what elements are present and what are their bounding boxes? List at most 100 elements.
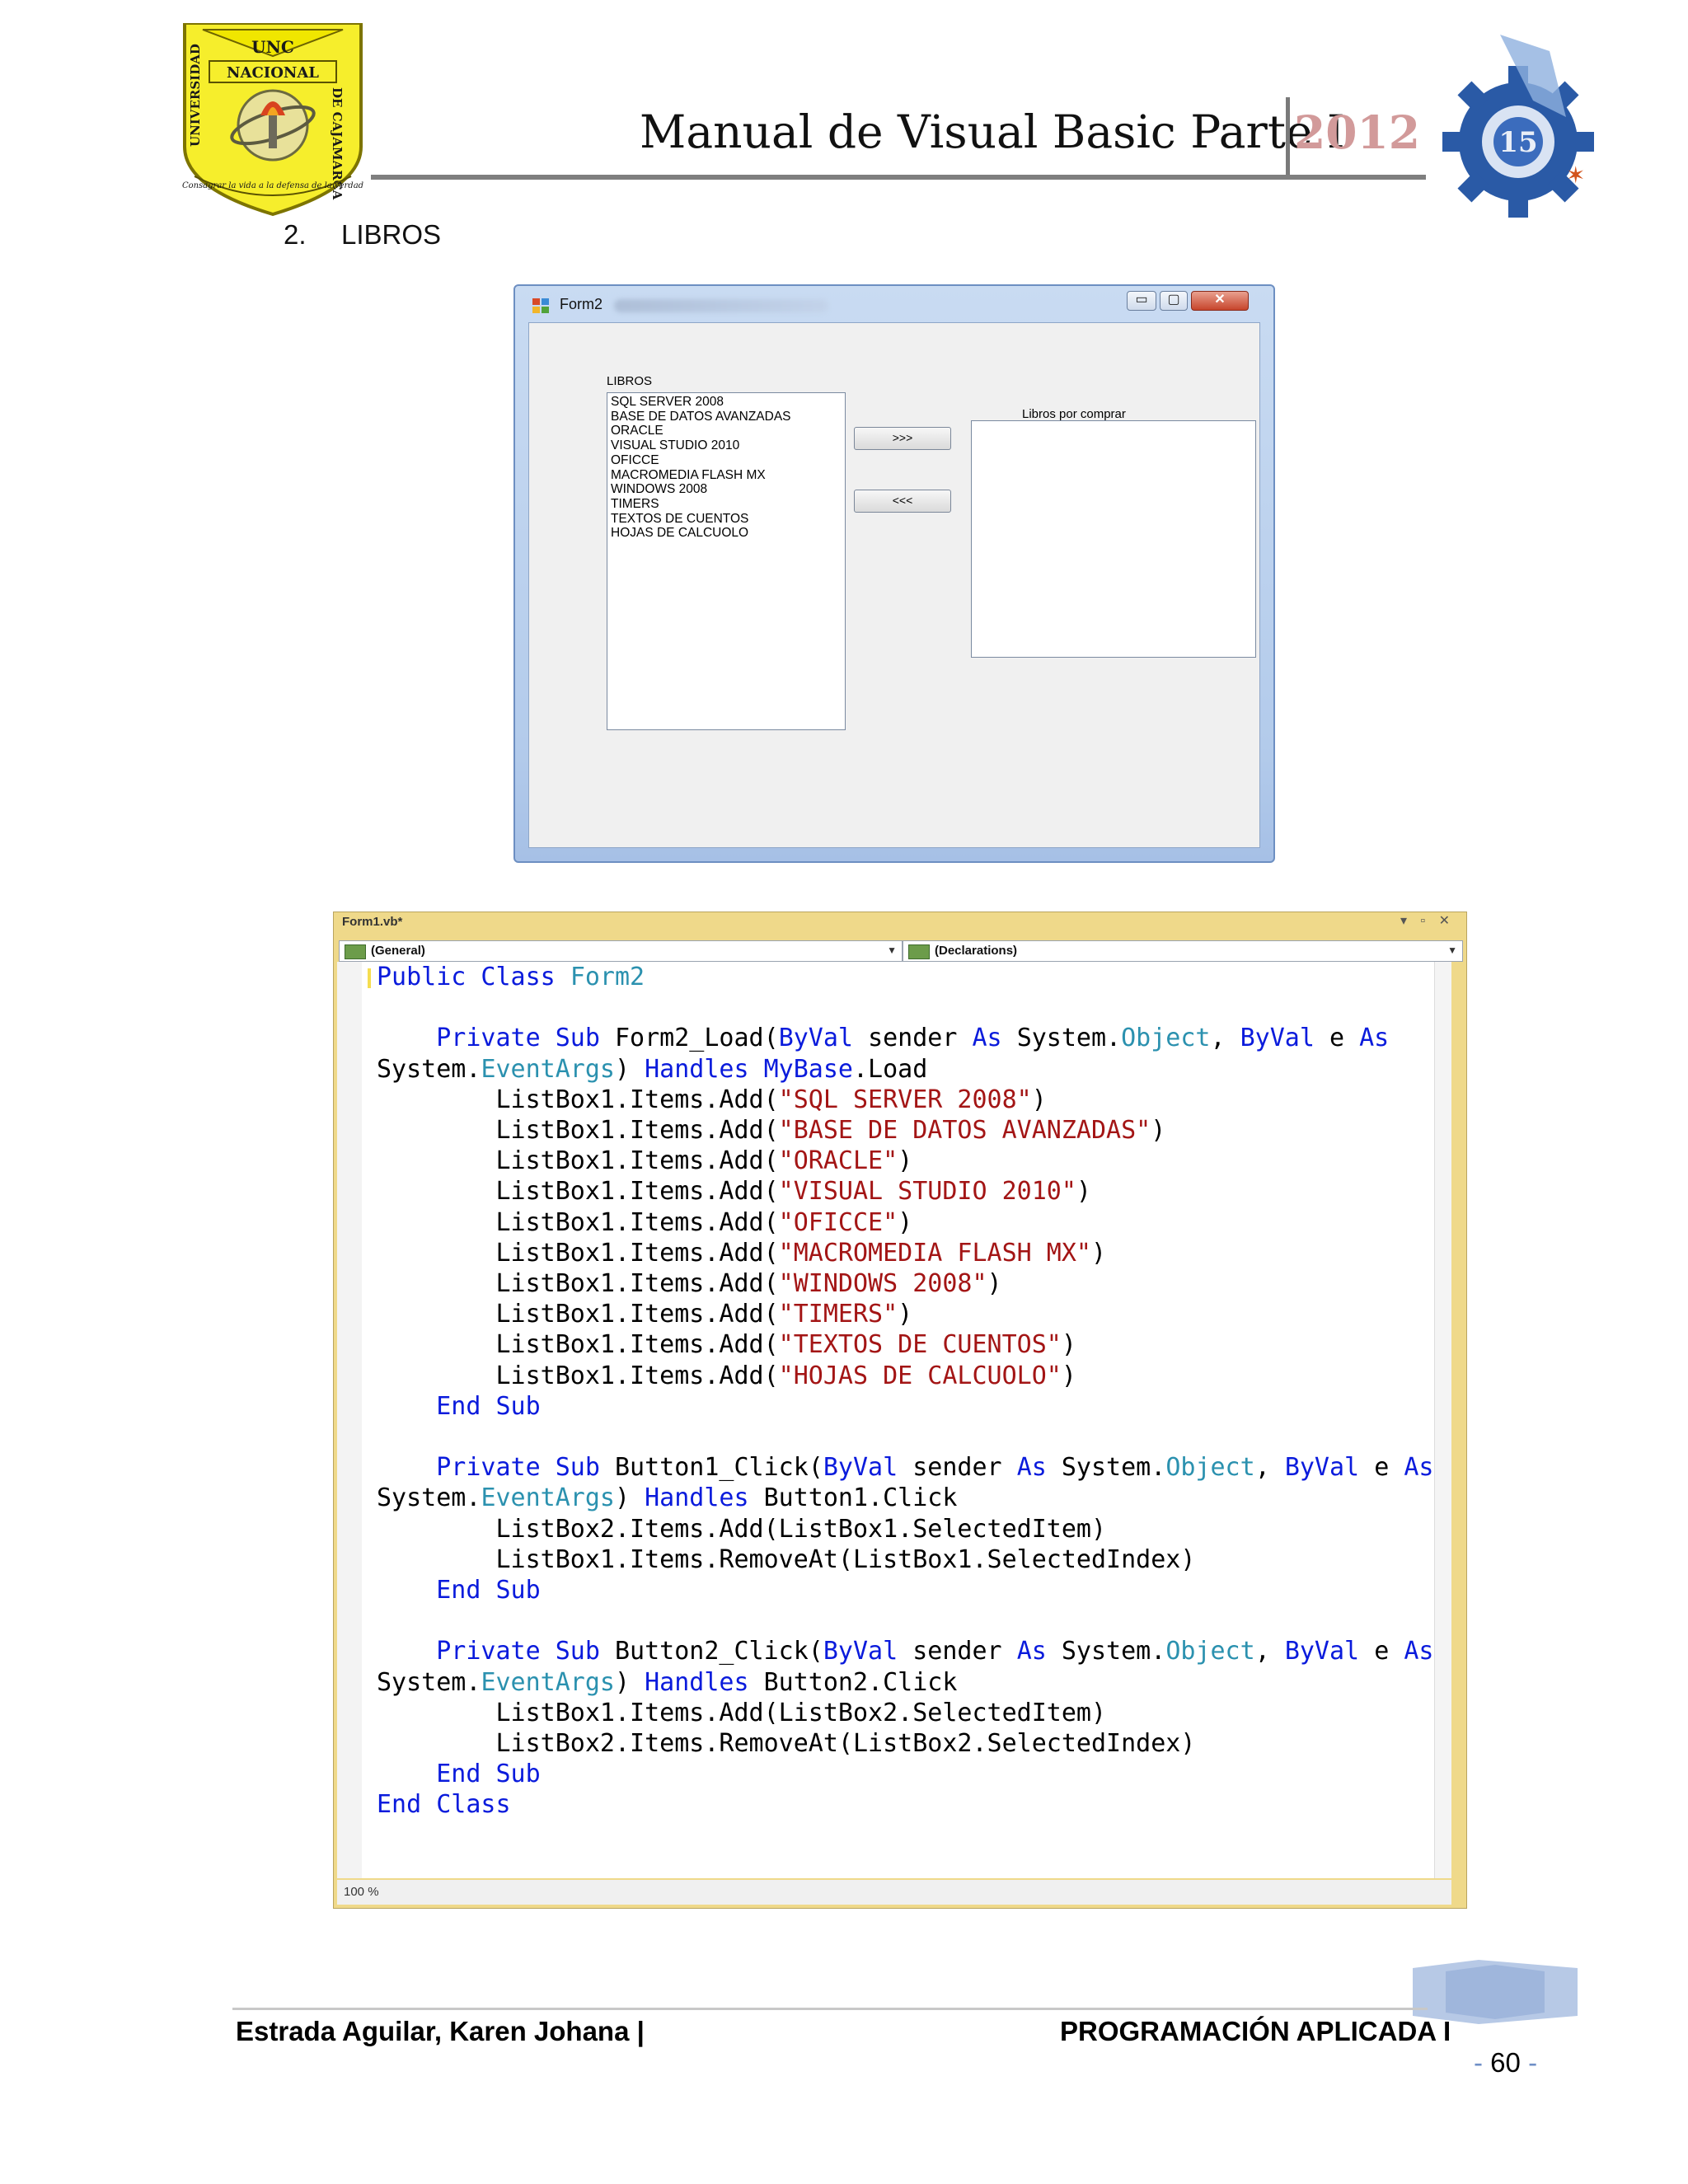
code-string: "MACROMEDIA FLASH MX" xyxy=(778,1238,1091,1268)
code-text: ) xyxy=(615,1483,645,1513)
code-line[interactable]: System.EventArgs) Handles Button2.Click xyxy=(377,1667,1433,1698)
blurred-title-area xyxy=(614,299,828,312)
list-item[interactable]: MACROMEDIA FLASH MX xyxy=(611,468,842,483)
code-text: ) xyxy=(615,1054,645,1084)
code-keyword: End Sub xyxy=(436,1391,541,1421)
code-keyword: MyBase xyxy=(763,1054,853,1084)
code-line[interactable]: ListBox1.Items.Add(ListBox2.SelectedItem… xyxy=(377,1698,1433,1728)
code-keyword: ByVal xyxy=(778,1024,869,1053)
code-line[interactable]: Private Sub Form2_Load(ByVal sender As S… xyxy=(377,1023,1433,1053)
file-tab[interactable]: Form1.vb* xyxy=(342,915,402,929)
code-text: ) xyxy=(1061,1330,1076,1360)
code-line[interactable]: End Sub xyxy=(377,1391,1433,1422)
window-title: Form2 xyxy=(560,296,603,312)
list-item[interactable]: HOJAS DE CALCUOLO xyxy=(611,526,842,541)
source-code[interactable]: Public Class Form2 Private Sub Form2_Loa… xyxy=(377,962,1433,1821)
code-line[interactable]: ListBox1.Items.Add("HOJAS DE CALCUOLO") xyxy=(377,1361,1433,1391)
close-button[interactable]: ✕ xyxy=(1191,291,1249,311)
code-line[interactable]: ListBox1.Items.Add("TIMERS") xyxy=(377,1299,1433,1329)
code-line[interactable]: ListBox1.Items.Add("ORACLE") xyxy=(377,1146,1433,1176)
code-text: , xyxy=(1210,1024,1240,1053)
code-keyword: Handles xyxy=(645,1483,764,1513)
code-line[interactable]: ListBox2.Items.RemoveAt(ListBox2.Selecte… xyxy=(377,1728,1433,1759)
code-line[interactable]: Public Class Form2 xyxy=(377,962,1433,992)
code-line[interactable]: System.EventArgs) Handles Button1.Click xyxy=(377,1483,1433,1513)
code-text: sender xyxy=(912,1453,1017,1483)
code-line[interactable]: ListBox1.Items.Add("TEXTOS DE CUENTOS") xyxy=(377,1329,1433,1360)
general-dropdown[interactable]: (General) ▼ xyxy=(339,940,903,962)
minimize-button[interactable]: ▭ xyxy=(1127,291,1156,311)
maximize-button[interactable]: ▢ xyxy=(1160,291,1188,311)
code-keyword: End Sub xyxy=(436,1760,541,1789)
code-line[interactable] xyxy=(377,1605,1433,1636)
code-line[interactable]: ListBox2.Items.Add(ListBox1.SelectedItem… xyxy=(377,1514,1433,1544)
list-item[interactable]: ORACLE xyxy=(611,424,842,438)
code-string: "HOJAS DE CALCUOLO" xyxy=(778,1361,1062,1390)
code-line[interactable]: ListBox1.Items.Add("BASE DE DATOS AVANZA… xyxy=(377,1115,1433,1146)
code-editor[interactable]: Public Class Form2 Private Sub Form2_Loa… xyxy=(337,962,1451,1878)
code-text: ListBox1.Items.Add( xyxy=(377,1177,779,1207)
code-text: ListBox1.Items.Add(ListBox2.SelectedItem… xyxy=(377,1698,1107,1727)
list-item[interactable]: OFICCE xyxy=(611,453,842,468)
code-keyword: ByVal xyxy=(823,1637,913,1666)
class-icon xyxy=(345,944,366,959)
footer-course: PROGRAMACIÓN APLICADA I xyxy=(1060,2016,1451,2046)
list-item[interactable]: TEXTOS DE CUENTOS xyxy=(611,512,842,527)
code-keyword: ByVal xyxy=(1240,1024,1329,1053)
code-line[interactable]: System.EventArgs) Handles MyBase.Load xyxy=(377,1054,1433,1085)
code-line[interactable]: Private Sub Button1_Click(ByVal sender A… xyxy=(377,1452,1433,1483)
list-item[interactable]: BASE DE DATOS AVANZADAS xyxy=(611,410,842,424)
code-line[interactable]: ListBox1.Items.Add("OFICCE") xyxy=(377,1207,1433,1238)
section-label: LIBROS xyxy=(341,219,442,250)
change-marker xyxy=(368,968,371,988)
remove-from-cart-button[interactable]: <<< xyxy=(854,490,951,513)
list-item[interactable]: VISUAL STUDIO 2010 xyxy=(611,438,842,453)
code-line[interactable]: End Class xyxy=(377,1789,1433,1820)
svg-text:Consagrar la vida a la defensa: Consagrar la vida a la defensa de la ver… xyxy=(182,181,363,190)
zoom-level[interactable]: 100 % xyxy=(344,1885,379,1899)
chevron-down-icon: ▼ xyxy=(887,944,897,956)
code-text: System. xyxy=(1061,1453,1166,1483)
code-text: ) xyxy=(898,1207,913,1237)
code-string: "WINDOWS 2008" xyxy=(778,1269,987,1299)
svg-text:UNC: UNC xyxy=(251,37,294,57)
code-text: System. xyxy=(377,1054,481,1084)
code-text: e xyxy=(1374,1637,1404,1666)
code-keyword: As xyxy=(1404,1637,1434,1666)
add-to-cart-button[interactable]: >>> xyxy=(854,427,951,450)
general-dropdown-value: (General) xyxy=(371,944,425,958)
list-item[interactable]: WINDOWS 2008 xyxy=(611,482,842,497)
code-keyword: Private Sub xyxy=(436,1637,615,1666)
code-line[interactable]: ListBox1.Items.Add("MACROMEDIA FLASH MX"… xyxy=(377,1238,1433,1268)
page-number-value: 60 xyxy=(1490,2047,1521,2078)
code-line[interactable] xyxy=(377,992,1433,1023)
code-line[interactable]: ListBox1.Items.Add("WINDOWS 2008") xyxy=(377,1268,1433,1299)
libros-por-comprar-listbox[interactable] xyxy=(971,420,1256,658)
svg-text:UNIVERSIDAD: UNIVERSIDAD xyxy=(188,44,203,147)
code-line[interactable] xyxy=(377,1422,1433,1452)
code-text: ) xyxy=(1151,1116,1166,1146)
code-text: ) xyxy=(987,1269,1002,1299)
code-text: ) xyxy=(1061,1361,1076,1390)
page-dash-right: - xyxy=(1528,2047,1538,2078)
libros-listbox[interactable]: SQL SERVER 2008 BASE DE DATOS AVANZADAS … xyxy=(607,392,846,730)
declarations-dropdown[interactable]: (Declarations) ▼ xyxy=(903,940,1463,962)
code-line[interactable]: End Sub xyxy=(377,1575,1433,1605)
list-item[interactable]: SQL SERVER 2008 xyxy=(611,395,842,410)
tab-window-controls[interactable]: ▾ ▫ ✕ xyxy=(1400,912,1455,929)
code-keyword: Private Sub xyxy=(436,1453,615,1483)
code-string: "OFICCE" xyxy=(778,1207,898,1237)
code-line[interactable]: ListBox1.Items.RemoveAt(ListBox1.Selecte… xyxy=(377,1544,1433,1575)
code-line[interactable]: End Sub xyxy=(377,1759,1433,1789)
code-string: "ORACLE" xyxy=(778,1146,898,1176)
footer-author: Estrada Aguilar, Karen Johana | xyxy=(236,2016,645,2046)
gear-faculty-logo: 15 ✶ xyxy=(1442,35,1594,218)
code-line[interactable]: Private Sub Button2_Click(ByVal sender A… xyxy=(377,1636,1433,1666)
list-item[interactable]: TIMERS xyxy=(611,497,842,512)
vertical-scrollbar[interactable] xyxy=(1434,962,1451,1878)
code-string: "TEXTOS DE CUENTOS" xyxy=(778,1330,1062,1360)
code-text: ListBox1.Items.Add( xyxy=(377,1238,779,1268)
code-line[interactable]: ListBox1.Items.Add("SQL SERVER 2008") xyxy=(377,1085,1433,1115)
code-line[interactable]: ListBox1.Items.Add("VISUAL STUDIO 2010") xyxy=(377,1176,1433,1207)
